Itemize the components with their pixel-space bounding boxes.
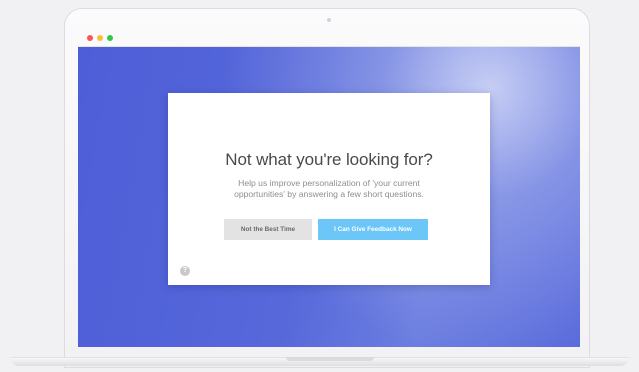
feedback-modal: Not what you're looking for? Help us imp… bbox=[168, 93, 490, 285]
minimize-window-button[interactable] bbox=[97, 35, 103, 41]
maximize-window-button[interactable] bbox=[107, 35, 113, 41]
help-icon[interactable]: ? bbox=[180, 266, 190, 276]
page-viewport: Not what you're looking for? Help us imp… bbox=[78, 47, 580, 347]
camera-dot bbox=[327, 18, 331, 22]
modal-description: Help us improve personalization of 'your… bbox=[234, 178, 424, 199]
give-feedback-button[interactable]: I Can Give Feedback Now bbox=[318, 219, 428, 240]
laptop-screen: Not what you're looking for? Help us imp… bbox=[78, 30, 580, 347]
close-window-button[interactable] bbox=[87, 35, 93, 41]
laptop-base-notch bbox=[286, 357, 374, 361]
not-now-button[interactable]: Not the Best Time bbox=[224, 219, 312, 240]
browser-toolbar bbox=[78, 30, 580, 47]
modal-title: Not what you're looking for? bbox=[225, 150, 433, 169]
